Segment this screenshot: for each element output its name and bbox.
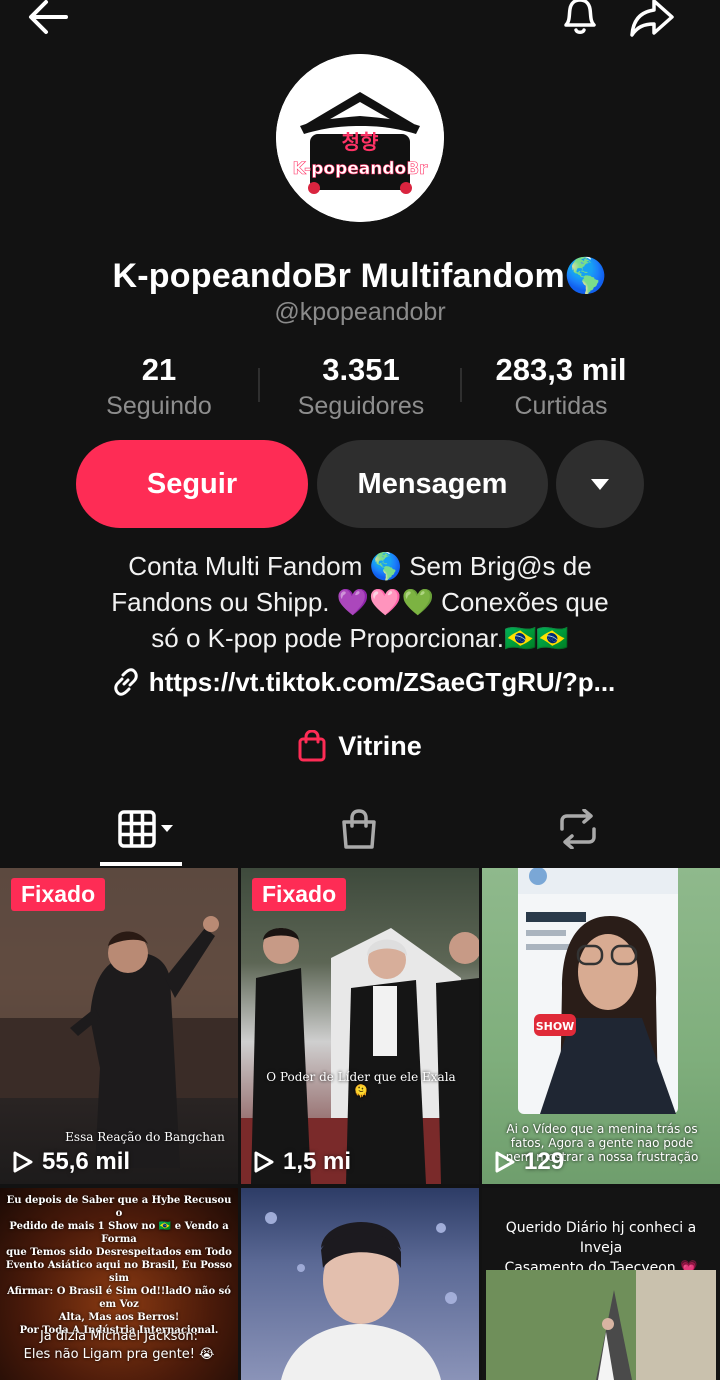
view-count: 129 bbox=[494, 1148, 564, 1176]
shop-bag-icon bbox=[342, 809, 376, 849]
view-count-value: 129 bbox=[524, 1148, 565, 1175]
shopping-bag-icon bbox=[298, 730, 326, 762]
showcase-link[interactable]: Vitrine bbox=[0, 726, 720, 766]
follow-button[interactable]: Seguir bbox=[76, 440, 308, 528]
stat-following-label: Seguindo bbox=[106, 392, 212, 420]
share-arrow-icon bbox=[630, 0, 674, 37]
caption-line: Alta, Mas aos Berros! bbox=[58, 1312, 180, 1323]
video-caption: Querido Diário hj conheci a Inveja Casam… bbox=[486, 1218, 716, 1278]
tab-reposts[interactable] bbox=[518, 796, 638, 862]
caption-line: Evento Asiático aqui no Brasil, Eu Posso… bbox=[5, 1260, 233, 1284]
view-count: 1,5 mi bbox=[253, 1148, 351, 1176]
video-thumbnail[interactable]: Eu depois de Saber que a Hybe Recusou o … bbox=[0, 1188, 238, 1380]
profile-handle: @kpopeandobr bbox=[274, 298, 446, 326]
profile-tabs bbox=[0, 796, 720, 866]
caret-down-icon bbox=[591, 479, 609, 490]
showcase-label: Vitrine bbox=[338, 730, 422, 761]
svg-text:K-popeandoBr: K-popeandoBr bbox=[292, 159, 428, 179]
play-icon bbox=[495, 1151, 515, 1173]
stat-likes-value: 283,3 mil bbox=[495, 352, 627, 387]
play-icon bbox=[13, 1151, 33, 1173]
top-bar bbox=[0, 0, 720, 50]
more-options-button[interactable] bbox=[556, 440, 644, 528]
video-thumbnail[interactable]: Fixado Essa Reação do Bangchan 55,6 mil bbox=[0, 868, 238, 1184]
caption-line: Pedido de mais 1 Show no 🇧🇷 e Vendo a Fo… bbox=[9, 1221, 229, 1245]
svg-text:청향: 청향 bbox=[342, 130, 379, 154]
bell-icon bbox=[564, 0, 596, 34]
bio-link-text: https://vt.tiktok.com/ZSaeGTgRU/?p... bbox=[148, 666, 616, 697]
red-carpet-scene bbox=[241, 928, 479, 1184]
view-count-value: 55,6 mil bbox=[42, 1148, 131, 1175]
stat-likes[interactable]: 283,3 mil Curtidas bbox=[461, 352, 661, 421]
stat-following[interactable]: 21 Seguindo bbox=[59, 352, 259, 421]
video-caption: Essa Reação do Bangchan bbox=[65, 1130, 225, 1144]
caption-line: Eu depois de Saber que a Hybe Recusou o bbox=[6, 1195, 232, 1219]
pinned-badge: Fixado bbox=[11, 878, 106, 911]
video-caption: Eu depois de Saber que a Hybe Recusou o … bbox=[2, 1194, 236, 1337]
play-icon bbox=[254, 1151, 274, 1173]
tab-videos[interactable] bbox=[88, 796, 208, 862]
wedding-photo bbox=[486, 1270, 716, 1380]
profile-name: K-popeandoBr Multifandom🌎 bbox=[112, 257, 608, 295]
caption-line: Afirmar: O Brasil é Sim Od!!ladO não só … bbox=[7, 1286, 231, 1310]
stat-followers[interactable]: 3.351 Seguidores bbox=[261, 352, 461, 421]
video-thumbnail[interactable]: Querido Diário hj conheci a Inveja Casam… bbox=[482, 1188, 720, 1380]
bio-link[interactable]: https://vt.tiktok.com/ZSaeGTgRU/?p... bbox=[78, 664, 648, 700]
arrow-left-icon bbox=[29, 0, 68, 34]
profile-avatar[interactable]: 청향 K-popeandoBr bbox=[276, 54, 444, 222]
message-button[interactable]: Mensagem bbox=[317, 440, 548, 528]
pinned-badge: Fixado bbox=[252, 878, 347, 911]
video-caption-secondary: Ja dizia Michael Jackson: Eles não Ligam… bbox=[4, 1328, 234, 1364]
tab-shop[interactable] bbox=[299, 796, 419, 862]
repost-icon bbox=[560, 809, 596, 849]
view-count: 55,6 mil bbox=[12, 1148, 130, 1176]
view-count-value: 1,5 mi bbox=[283, 1148, 352, 1175]
link-icon bbox=[113, 668, 138, 696]
caption-line: Eles não Ligam pra gente! 😭 bbox=[23, 1347, 215, 1362]
bio-line: Conta Multi Fandom 🌎 Sem Brig@s de bbox=[128, 551, 592, 581]
video-thumbnail[interactable]: Fixado O Poder de Líder que ele Exala 🫠 … bbox=[241, 868, 479, 1184]
brand-logo: 청향 K-popeandoBr bbox=[276, 54, 444, 222]
bio-line: só o K-pop pode Proporcionar.🇧🇷🇧🇷 bbox=[151, 623, 569, 653]
profile-bio: Conta Multi Fandom 🌎 Sem Brig@s de Fando… bbox=[60, 548, 660, 656]
stat-followers-value: 3.351 bbox=[322, 352, 400, 387]
video-thumbnail[interactable]: SHOW Ai o Vídeo que a menina trás os fat… bbox=[482, 868, 720, 1184]
stat-likes-label: Curtidas bbox=[514, 392, 608, 420]
bio-line: Fandons ou Shipp. 💜🩷💚 Conexões que bbox=[111, 587, 609, 617]
video-grid: Fixado Essa Reação do Bangchan 55,6 mil … bbox=[0, 868, 720, 1380]
stat-divider bbox=[258, 368, 260, 402]
share-button[interactable] bbox=[624, 0, 680, 42]
back-button[interactable] bbox=[20, 0, 76, 42]
portrait-scene bbox=[265, 1212, 457, 1380]
notification-button[interactable] bbox=[552, 0, 608, 42]
caption-line: Querido Diário hj conheci a Inveja bbox=[505, 1220, 697, 1256]
video-caption: O Poder de Líder que ele Exala 🫠 bbox=[266, 1070, 456, 1098]
video-thumbnail[interactable] bbox=[241, 1188, 479, 1380]
svg-text:SHOW: SHOW bbox=[536, 1020, 575, 1033]
caption-line: Ja dizia Michael Jackson: bbox=[39, 1329, 199, 1344]
active-tab-indicator bbox=[100, 862, 182, 866]
videos-grid-icon bbox=[118, 810, 173, 848]
caption-line: que Temos sido Desrespeitados em Todo bbox=[6, 1247, 232, 1258]
stat-followers-label: Seguidores bbox=[297, 392, 425, 420]
stat-following-value: 21 bbox=[141, 352, 177, 387]
